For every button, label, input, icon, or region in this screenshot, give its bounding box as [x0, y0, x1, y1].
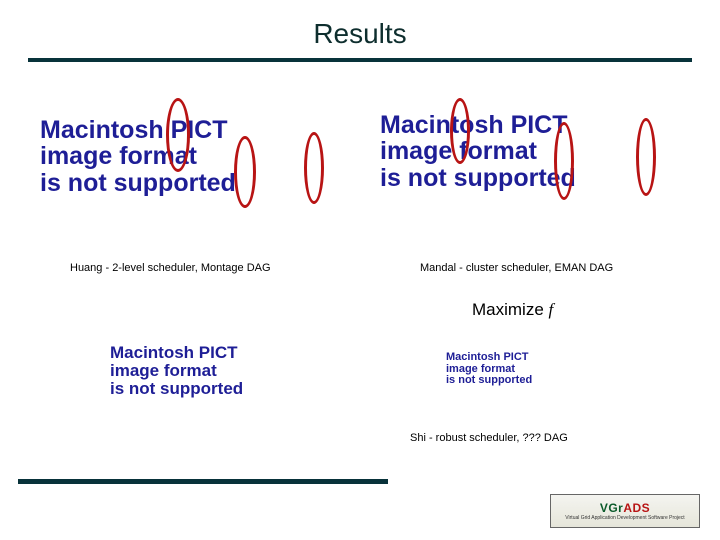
pict-line: is not supported	[446, 375, 532, 387]
annotation-ellipse	[450, 98, 470, 164]
logo-brand-pre: VGr	[600, 501, 624, 515]
caption-huang: Huang - 2-level scheduler, Montage DAG	[70, 262, 271, 274]
logo-brand: VGrADS	[600, 501, 650, 515]
pict-line: is not supported	[110, 380, 243, 398]
pict-line: Macintosh PICT	[110, 344, 243, 362]
logo-brand-accent: ADS	[623, 501, 650, 515]
pict-line: image format	[110, 362, 243, 380]
pict-line: Macintosh PICT	[380, 112, 576, 138]
caption-mandal: Mandal - cluster scheduler, EMAN DAG	[420, 262, 613, 274]
pict-placeholder-top-right: Macintosh PICT image format is not suppo…	[380, 112, 576, 191]
bottom-divider	[18, 479, 388, 484]
logo: VGrADS Virtual Grid Application Developm…	[550, 494, 700, 528]
pict-line: image format	[380, 138, 576, 164]
page-title: Results	[0, 0, 720, 56]
maximize-symbol: f	[549, 300, 554, 319]
pict-placeholder-bottom-right: Macintosh PICT image format is not suppo…	[446, 352, 532, 387]
pict-line: image format	[40, 143, 236, 169]
pict-line: is not supported	[380, 165, 576, 191]
logo-tagline: Virtual Grid Application Development Sof…	[565, 515, 684, 521]
maximize-label: Maximize f	[472, 300, 553, 320]
annotation-ellipse	[166, 98, 190, 172]
annotation-ellipse	[234, 136, 256, 208]
content-area: Macintosh PICT image format is not suppo…	[0, 62, 720, 492]
pict-line: Macintosh PICT	[446, 352, 532, 364]
pict-line: Macintosh PICT	[40, 117, 236, 143]
annotation-ellipse	[636, 118, 656, 196]
pict-placeholder-bottom-left: Macintosh PICT image format is not suppo…	[110, 344, 243, 398]
caption-shi: Shi - robust scheduler, ??? DAG	[410, 432, 568, 444]
pict-line: is not supported	[40, 170, 236, 196]
annotation-ellipse	[304, 132, 324, 204]
pict-placeholder-top-left: Macintosh PICT image format is not suppo…	[40, 117, 236, 196]
annotation-ellipse	[554, 122, 574, 200]
maximize-word: Maximize	[472, 300, 544, 319]
